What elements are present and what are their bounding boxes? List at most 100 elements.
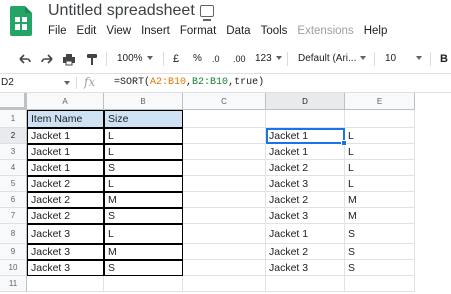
row-header-5[interactable]: 5 [0, 176, 27, 192]
font-size-select[interactable]: 10 [385, 48, 423, 70]
source-cell-b2[interactable]: L [104, 128, 183, 144]
row-header-6[interactable]: 6 [0, 192, 27, 208]
currency-format-button[interactable]: £ [173, 48, 179, 70]
name-box[interactable]: D2 [0, 74, 72, 92]
select-all-corner[interactable] [0, 93, 27, 110]
cell-c10[interactable] [183, 260, 266, 276]
source-header-a[interactable]: Item Name [27, 110, 104, 128]
percent-format-button[interactable]: % [193, 48, 202, 70]
source-cell-b5[interactable]: L [104, 176, 183, 192]
menu-help[interactable]: Help [364, 25, 388, 37]
row-header-7[interactable]: 7 [0, 208, 27, 224]
row-header-4[interactable]: 4 [0, 160, 27, 176]
sorted-cell-e5[interactable]: L [345, 176, 415, 192]
cell-d1[interactable] [266, 110, 345, 128]
row-header-8[interactable]: 8 [0, 224, 27, 244]
row-header-11[interactable]: 11 [0, 276, 27, 292]
row-header-1[interactable]: 1 [0, 110, 27, 128]
sheets-logo-icon[interactable] [10, 6, 32, 36]
source-cell-a9[interactable]: Jacket 3 [27, 244, 104, 260]
fill-handle[interactable] [341, 140, 347, 146]
redo-icon[interactable] [40, 48, 54, 70]
menu-data[interactable]: Data [226, 25, 250, 37]
formula-input[interactable]: =SORT(A2:B10,B2:B10,true) [114, 74, 264, 92]
cell-c6[interactable] [183, 192, 266, 208]
cell-c4[interactable] [183, 160, 266, 176]
cell-c11[interactable] [183, 276, 266, 292]
sorted-cell-e8[interactable]: S [345, 224, 415, 244]
increase-decimal-button[interactable]: .00 [233, 48, 246, 70]
source-cell-b9[interactable]: M [104, 244, 183, 260]
more-formats-select[interactable]: 123 [255, 48, 282, 70]
document-title[interactable]: Untitled spreadsheet [48, 2, 195, 20]
column-header-c[interactable]: C [183, 93, 266, 110]
source-cell-a4[interactable]: Jacket 1 [27, 160, 104, 176]
sorted-cell-e9[interactable]: S [345, 244, 415, 260]
source-cell-a3[interactable]: Jacket 1 [27, 144, 104, 160]
menu-edit[interactable]: Edit [77, 25, 97, 37]
cell-c2[interactable] [183, 128, 266, 144]
sorted-cell-d2[interactable]: Jacket 1 [266, 128, 345, 144]
cell-c9[interactable] [183, 244, 266, 260]
source-cell-b8[interactable]: L [104, 224, 183, 244]
move-to-folder-icon[interactable] [200, 5, 214, 21]
sorted-cell-d9[interactable]: Jacket 2 [266, 244, 345, 260]
source-cell-b4[interactable]: S [104, 160, 183, 176]
source-cell-a7[interactable]: Jacket 2 [27, 208, 104, 224]
sorted-cell-d3[interactable]: Jacket 1 [266, 144, 345, 160]
row-header-3[interactable]: 3 [0, 144, 27, 160]
sorted-cell-e6[interactable]: M [345, 192, 415, 208]
menu-format[interactable]: Format [180, 25, 216, 37]
menu-extensions[interactable]: Extensions [297, 25, 353, 37]
sorted-cell-e4[interactable]: L [345, 160, 415, 176]
sorted-cell-d8[interactable]: Jacket 1 [266, 224, 345, 244]
font-family-select[interactable]: Default (Ari... [298, 48, 367, 70]
cell-e1[interactable] [345, 110, 415, 128]
row-header-2[interactable]: 2 [0, 128, 27, 144]
cell-c5[interactable] [183, 176, 266, 192]
sorted-cell-d4[interactable]: Jacket 2 [266, 160, 345, 176]
sorted-cell-e7[interactable]: M [345, 208, 415, 224]
column-header-b[interactable]: B [104, 93, 183, 110]
sorted-cell-d5[interactable]: Jacket 3 [266, 176, 345, 192]
print-icon[interactable] [62, 48, 76, 70]
sorted-cell-e2[interactable]: L [345, 128, 415, 144]
column-header-e[interactable]: E [345, 93, 415, 110]
cell-a11[interactable] [27, 276, 104, 292]
row-header-10[interactable]: 10 [0, 260, 27, 276]
cell-c1[interactable] [183, 110, 266, 128]
source-cell-a5[interactable]: Jacket 2 [27, 176, 104, 192]
sorted-cell-e3[interactable]: L [345, 144, 415, 160]
column-header-d[interactable]: D [266, 93, 345, 110]
sorted-cell-d7[interactable]: Jacket 3 [266, 208, 345, 224]
column-header-a[interactable]: A [27, 93, 104, 110]
paint-format-icon[interactable] [86, 48, 98, 70]
menu-insert[interactable]: Insert [141, 25, 170, 37]
source-cell-b7[interactable]: S [104, 208, 183, 224]
cell-c8[interactable] [183, 224, 266, 244]
menu-tools[interactable]: Tools [261, 25, 288, 37]
source-cell-b10[interactable]: S [104, 260, 183, 276]
source-cell-a8[interactable]: Jacket 3 [27, 224, 104, 244]
zoom-select[interactable]: 100% [117, 48, 153, 70]
source-cell-a6[interactable]: Jacket 2 [27, 192, 104, 208]
cell-d11[interactable] [266, 276, 345, 292]
undo-icon[interactable] [18, 48, 32, 70]
source-header-b[interactable]: Size [104, 110, 183, 128]
menu-view[interactable]: View [106, 25, 131, 37]
row-header-9[interactable]: 9 [0, 244, 27, 260]
source-cell-b6[interactable]: M [104, 192, 183, 208]
menu-file[interactable]: File [48, 25, 67, 37]
sorted-cell-d6[interactable]: Jacket 2 [266, 192, 345, 208]
sorted-cell-e10[interactable]: S [345, 260, 415, 276]
cell-c3[interactable] [183, 144, 266, 160]
cell-e11[interactable] [345, 276, 415, 292]
bold-button[interactable]: B [440, 48, 448, 70]
source-cell-b3[interactable]: L [104, 144, 183, 160]
source-cell-a10[interactable]: Jacket 3 [27, 260, 104, 276]
cell-c7[interactable] [183, 208, 266, 224]
sorted-cell-d10[interactable]: Jacket 3 [266, 260, 345, 276]
source-cell-a2[interactable]: Jacket 1 [27, 128, 104, 144]
cell-b11[interactable] [104, 276, 183, 292]
decrease-decimal-button[interactable]: .0 [212, 48, 220, 70]
